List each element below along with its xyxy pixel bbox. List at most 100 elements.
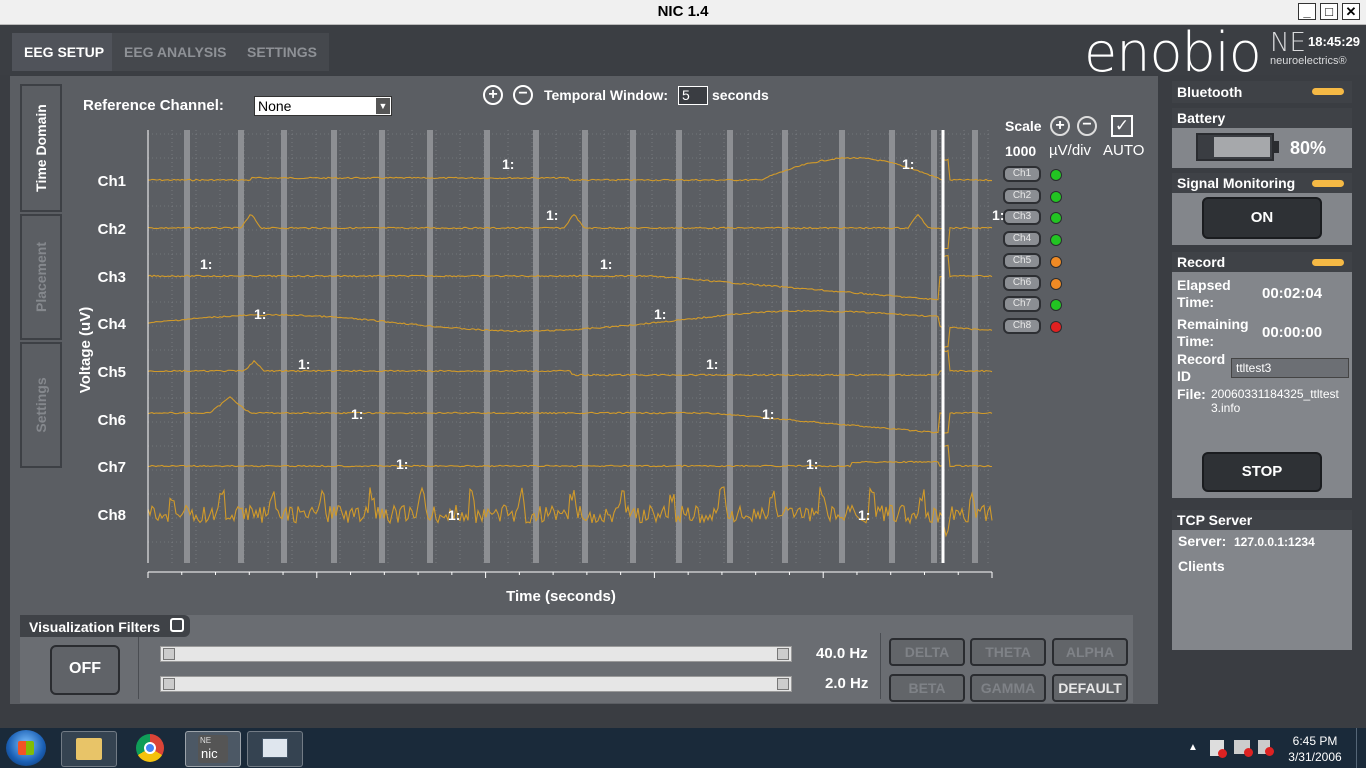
scale-label: Scale xyxy=(1005,118,1042,134)
battery-header: Battery xyxy=(1172,108,1352,128)
event-marker-label: 1: xyxy=(200,256,212,272)
nic-badge: NE xyxy=(200,736,212,745)
event-marker-label: 1: xyxy=(396,456,408,472)
gamma-band-button[interactable]: GAMMA xyxy=(970,674,1046,702)
reference-channel-value: None xyxy=(258,98,292,114)
channel-label: Ch7 xyxy=(98,459,126,476)
signal-indicator xyxy=(1312,180,1344,187)
channel-toggle-ch2[interactable]: Ch2 xyxy=(1003,187,1041,204)
x-axis-ticks xyxy=(147,572,993,578)
window-title: NIC 1.4 xyxy=(657,3,709,20)
ttl-marker-bar xyxy=(727,130,733,563)
scale-zoom-in-icon[interactable]: + xyxy=(1050,116,1070,136)
bluetooth-indicator xyxy=(1312,88,1344,95)
scale-zoom-out-icon[interactable]: − xyxy=(1077,116,1097,136)
auto-label: AUTO xyxy=(1103,142,1145,159)
maximize-button[interactable]: □ xyxy=(1320,3,1338,20)
signal-on-button[interactable]: ON xyxy=(1202,197,1322,239)
low-cutoff-value: 2.0 Hz xyxy=(825,675,869,692)
tray-date: 3/31/2006 xyxy=(1288,750,1342,764)
window-taskbar-button[interactable] xyxy=(247,731,303,767)
tray-clock[interactable]: 6:45 PM 3/31/2006 xyxy=(1280,733,1350,765)
minimize-button[interactable]: _ xyxy=(1298,3,1316,20)
chrome-taskbar-button[interactable] xyxy=(123,731,177,765)
theta-band-button[interactable]: THETA xyxy=(970,638,1046,666)
network-icon[interactable] xyxy=(1234,740,1253,757)
ttl-marker-bar xyxy=(630,130,636,563)
channel-status-led xyxy=(1050,234,1062,247)
channel-label: Ch4 xyxy=(98,316,127,333)
explorer-taskbar-button[interactable] xyxy=(61,731,117,767)
filters-toggle-button[interactable]: OFF xyxy=(50,645,120,695)
slider-thumb-min[interactable] xyxy=(163,678,175,690)
alert-dot xyxy=(1265,747,1274,756)
battery-section: Battery 80% xyxy=(1172,108,1352,168)
eeg-plot[interactable]: 1: 1:1: 1:1: 1:1: 1:1: 1:1: 1:1: 1:1: 1: Ch1Ch2C… xyxy=(70,120,1005,610)
nic-taskbar-button[interactable]: NE nic xyxy=(185,731,241,767)
slider-thumb-max[interactable] xyxy=(777,678,789,690)
filters-checkbox[interactable] xyxy=(170,618,184,632)
slider-thumb-min[interactable] xyxy=(163,648,175,660)
battery-fill xyxy=(1214,137,1270,157)
chevron-down-icon[interactable]: ▼ xyxy=(376,98,390,114)
slider-thumb-max[interactable] xyxy=(777,648,789,660)
ttl-marker-bar xyxy=(839,130,845,563)
clients-label: Clients xyxy=(1178,558,1225,574)
channel-label: Ch8 xyxy=(98,507,126,524)
tcp-server-section: TCP Server Server: 127.0.0.1:1234 Client… xyxy=(1172,510,1352,650)
stop-button[interactable]: STOP xyxy=(1202,452,1322,492)
reference-channel-select[interactable]: None ▼ xyxy=(254,96,392,116)
high-cutoff-slider[interactable] xyxy=(160,646,792,662)
show-desktop-button[interactable] xyxy=(1356,728,1366,768)
show-hidden-icons-icon[interactable]: ▲ xyxy=(1188,742,1198,753)
temporal-window-input[interactable]: 5 xyxy=(678,86,708,105)
ttl-marker-bar xyxy=(331,130,337,563)
channel-toggle-ch3[interactable]: Ch3 xyxy=(1003,209,1041,226)
channel-status-led xyxy=(1050,190,1062,203)
side-tab-settings[interactable]: Settings xyxy=(20,342,62,468)
event-marker-label: 1: xyxy=(448,507,460,523)
event-marker-label: 1: xyxy=(762,406,774,422)
channel-status-led xyxy=(1050,277,1062,290)
ttl-marker-bar xyxy=(281,130,287,563)
flag-icon[interactable] xyxy=(1210,740,1227,758)
divider xyxy=(880,633,881,699)
battery-tip xyxy=(1274,141,1279,153)
channel-toggle-ch4[interactable]: Ch4 xyxy=(1003,231,1041,248)
delta-band-button[interactable]: DELTA xyxy=(889,638,965,666)
alpha-band-button[interactable]: ALPHA xyxy=(1052,638,1128,666)
auto-scale-checkbox[interactable]: ✓ xyxy=(1111,115,1133,137)
channel-status-led xyxy=(1050,169,1062,181)
tab-eeg-setup[interactable]: EEG SETUP xyxy=(12,33,117,71)
side-tab-label: Settings xyxy=(33,377,49,433)
tab-settings[interactable]: SETTINGS xyxy=(235,33,330,71)
ttl-marker-bar xyxy=(238,130,244,563)
nic-app-icon: NE nic xyxy=(198,735,228,763)
zoom-in-icon[interactable]: + xyxy=(483,85,503,105)
record-id-input[interactable]: ttltest3 xyxy=(1231,358,1349,378)
volume-icon[interactable] xyxy=(1258,740,1274,756)
tcp-server-header: TCP Server xyxy=(1172,510,1352,530)
side-tab-time-domain[interactable]: Time Domain xyxy=(20,84,62,212)
channel-toggle-ch7[interactable]: Ch7 xyxy=(1003,296,1041,313)
channel-toggle-ch8[interactable]: Ch8 xyxy=(1003,317,1041,334)
low-cutoff-slider[interactable] xyxy=(160,676,792,692)
zoom-out-icon[interactable]: − xyxy=(513,85,533,105)
start-button[interactable] xyxy=(6,730,46,766)
channel-toggle-ch5[interactable]: Ch5 xyxy=(1003,252,1041,269)
beta-band-button[interactable]: BETA xyxy=(889,674,965,702)
event-marker-label: 1: xyxy=(546,207,558,223)
event-marker-label: 1: xyxy=(298,356,310,372)
event-marker-label: 1: xyxy=(902,156,914,172)
alert-dot xyxy=(1244,748,1253,757)
channel-label: Ch1 xyxy=(98,173,126,190)
battery-percent: 80% xyxy=(1290,138,1327,158)
ttl-marker-bar xyxy=(379,130,385,563)
channel-toggle-ch1[interactable]: Ch1 xyxy=(1003,166,1041,182)
channel-toggle-ch6[interactable]: Ch6 xyxy=(1003,274,1041,291)
default-band-button[interactable]: DEFAULT xyxy=(1052,674,1128,702)
filters-header: Visualization Filters xyxy=(20,615,190,637)
tab-eeg-analysis[interactable]: EEG ANALYSIS xyxy=(112,33,239,71)
side-tab-placement[interactable]: Placement xyxy=(20,214,62,340)
close-button[interactable]: ✕ xyxy=(1342,3,1360,20)
